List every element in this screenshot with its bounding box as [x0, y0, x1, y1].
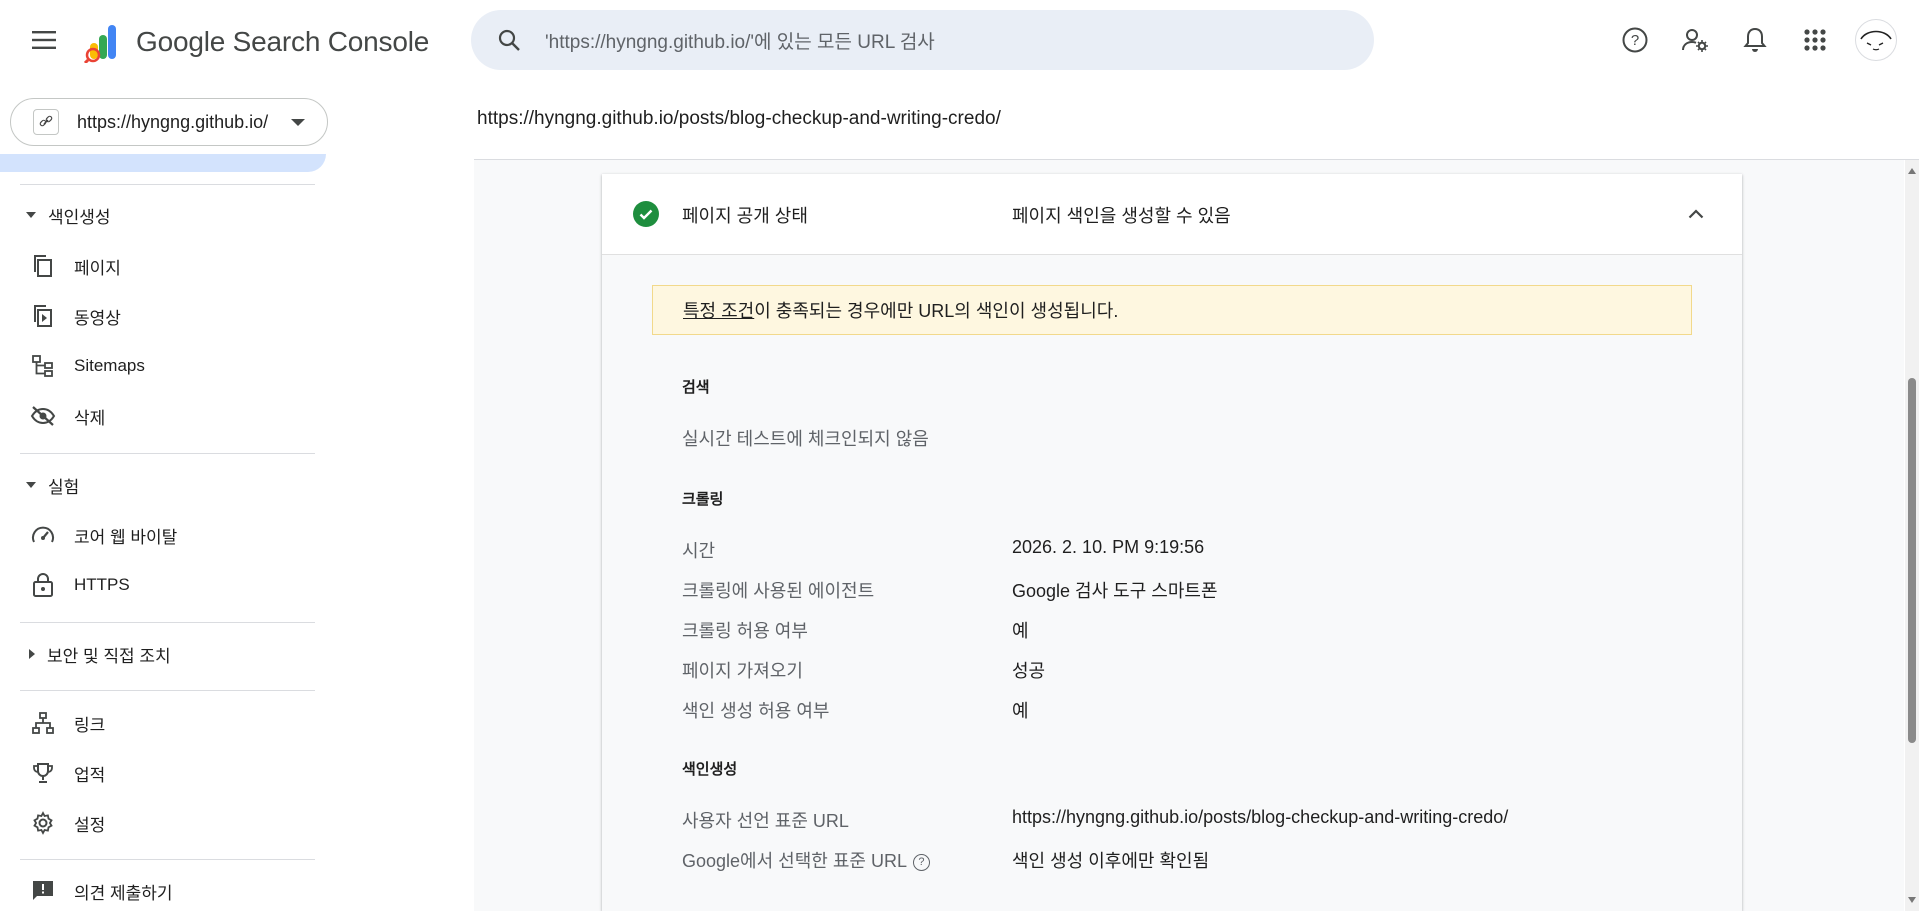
search-console-logo-icon — [84, 25, 116, 63]
gear-icon — [30, 810, 56, 836]
index-row-value: 색인 생성 이후에만 확인됨 — [1012, 851, 1210, 871]
sidebar-divider — [20, 453, 315, 454]
page-availability-card: 페이지 공개 상태 페이지 색인을 생성할 수 있음 특정 조건 이 충족되는 경… — [602, 174, 1742, 911]
lock-icon — [30, 572, 56, 598]
search-icon — [493, 24, 525, 56]
sidebar-section-indexing[interactable]: 색인생성 — [26, 200, 111, 230]
section-label: 실험 — [48, 477, 80, 497]
video-pages-icon — [30, 303, 56, 329]
sidebar-divider — [20, 184, 315, 185]
crawl-row-label: 시간 — [682, 541, 716, 561]
index-row-label: Google에서 선택한 표준 URL? — [682, 847, 930, 873]
section-heading-search: 검색 — [682, 379, 710, 396]
crawl-row-label: 페이지 가져오기 — [682, 661, 803, 681]
sidebar-item-https[interactable]: HTTPS — [30, 568, 130, 602]
apps-grid-icon[interactable] — [1795, 20, 1835, 60]
property-selector[interactable]: https://hyngng.github.io/ — [10, 98, 328, 146]
sidebar-item-core-web-vitals[interactable]: 코어 웹 바이탈 — [30, 518, 177, 552]
links-icon — [30, 710, 56, 736]
trophy-icon — [30, 760, 56, 786]
top-actions: ? — [1595, 0, 1919, 80]
sidebar-item-feedback[interactable]: 의견 제출하기 — [30, 874, 173, 908]
crawl-row-value: 예 — [1012, 621, 1029, 641]
property-url: https://hyngng.github.io/ — [77, 111, 269, 132]
search-placeholder[interactable]: 'https://hyngng.github.io/'에 있는 모든 URL 검… — [545, 27, 935, 54]
main-menu-icon[interactable] — [26, 24, 62, 56]
index-row-label: 사용자 선언 표준 URL — [682, 811, 849, 831]
sidebar-item-links[interactable]: 링크 — [30, 706, 105, 740]
collapsed-arrow-icon — [29, 649, 35, 659]
sidebar-item-label: 설정 — [74, 815, 106, 835]
sidebar-item-video-pages[interactable]: 동영상 — [30, 299, 121, 333]
svg-text:?: ? — [1631, 32, 1639, 49]
crawl-row-label: 색인 생성 허용 여부 — [682, 701, 830, 721]
notifications-bell-icon[interactable] — [1735, 20, 1775, 60]
sidebar-item-sitemaps[interactable]: Sitemaps — [30, 349, 145, 383]
section-label: 색인생성 — [48, 207, 111, 227]
sidebar-item-label: 페이지 — [74, 258, 121, 278]
card-header[interactable]: 페이지 공개 상태 페이지 색인을 생성할 수 있음 — [602, 174, 1742, 255]
card-title: 페이지 공개 상태 — [682, 206, 808, 226]
sidebar-item-removals[interactable]: 삭제 — [30, 399, 105, 433]
crawl-row-label: 크롤링에 사용된 에이전트 — [682, 581, 875, 601]
link-icon — [33, 109, 59, 135]
pages-icon — [30, 253, 56, 279]
sidebar-section-security[interactable]: 보안 및 직접 조치 — [26, 639, 171, 669]
index-row-label-text: Google에서 선택한 표준 URL — [682, 851, 907, 871]
section-label: 보안 및 직접 조치 — [47, 646, 171, 666]
dropdown-caret-icon — [291, 119, 305, 126]
sidebar-divider — [20, 622, 315, 623]
scroll-down-arrow-icon[interactable] — [1908, 897, 1916, 903]
expand-arrow-icon — [26, 212, 36, 218]
crawl-row-value: 예 — [1012, 701, 1029, 721]
main-scrollbar[interactable] — [1905, 160, 1919, 911]
crawl-row-value: 2026. 2. 10. PM 9:19:56 — [1012, 537, 1205, 557]
section-heading-indexing: 색인생성 — [682, 761, 738, 778]
sidebar-item-label: 동영상 — [74, 308, 121, 328]
sidebar-item-label: 링크 — [74, 715, 106, 735]
url-inspection-search[interactable]: 'https://hyngng.github.io/'에 있는 모든 URL 검… — [471, 10, 1374, 70]
sidebar-divider — [20, 859, 315, 860]
speed-gauge-icon — [30, 522, 56, 548]
conditions-link[interactable]: 특정 조건 — [683, 297, 754, 323]
info-notice: 특정 조건 이 충족되는 경우에만 URL의 색인이 생성됩니다. — [652, 285, 1692, 335]
inspected-url: https://hyngng.github.io/posts/blog-chec… — [477, 108, 1001, 129]
manage-users-icon[interactable] — [1675, 20, 1715, 60]
crawl-row-value: 성공 — [1012, 661, 1046, 681]
help-icon[interactable]: ? — [1615, 20, 1655, 60]
sidebar-item-label: Sitemaps — [74, 356, 145, 375]
account-avatar[interactable] — [1855, 19, 1897, 61]
crawl-row-label: 크롤링 허용 여부 — [682, 621, 808, 641]
sitemaps-icon — [30, 353, 56, 379]
sidebar-item-label: 삭제 — [74, 408, 106, 428]
search-status-text: 실시간 테스트에 체크인되지 않음 — [682, 429, 929, 449]
check-circle-icon — [633, 201, 659, 227]
sidebar-item-achievements[interactable]: 업적 — [30, 756, 105, 790]
sidebar-item-label: 업적 — [74, 765, 106, 785]
removals-icon — [30, 403, 56, 429]
sidebar-item-pages[interactable]: 페이지 — [30, 249, 121, 283]
top-app-bar: Google Search Console 'https://hyngng.gi… — [0, 0, 1919, 80]
expand-arrow-icon — [26, 482, 36, 488]
index-row-value: https://hyngng.github.io/posts/blog-chec… — [1012, 807, 1509, 827]
scroll-up-arrow-icon[interactable] — [1908, 168, 1916, 174]
sidebar-divider — [20, 690, 315, 691]
notice-text: 이 충족되는 경우에만 URL의 색인이 생성됩니다. — [754, 301, 1119, 321]
chevron-up-icon[interactable] — [1684, 202, 1708, 226]
search-console-logo[interactable]: Google Search Console — [84, 20, 429, 64]
app-title: Google Search Console — [136, 26, 430, 57]
card-status: 페이지 색인을 생성할 수 있음 — [1012, 206, 1231, 226]
section-heading-crawl: 크롤링 — [682, 491, 724, 508]
feedback-icon — [30, 878, 56, 904]
scrollbar-thumb[interactable] — [1908, 378, 1916, 743]
sidebar-item-label: HTTPS — [74, 575, 130, 594]
sidebar-item-settings[interactable]: 설정 — [30, 806, 105, 840]
sidebar-item-label: 의견 제출하기 — [74, 883, 173, 903]
sidebar-section-experience[interactable]: 실험 — [26, 470, 79, 500]
sidebar-item-label: 코어 웹 바이탈 — [74, 527, 178, 547]
selected-nav-highlight — [0, 154, 326, 172]
help-circle-icon[interactable]: ? — [912, 853, 930, 871]
crawl-row-value: Google 검사 도구 스마트폰 — [1012, 581, 1218, 601]
